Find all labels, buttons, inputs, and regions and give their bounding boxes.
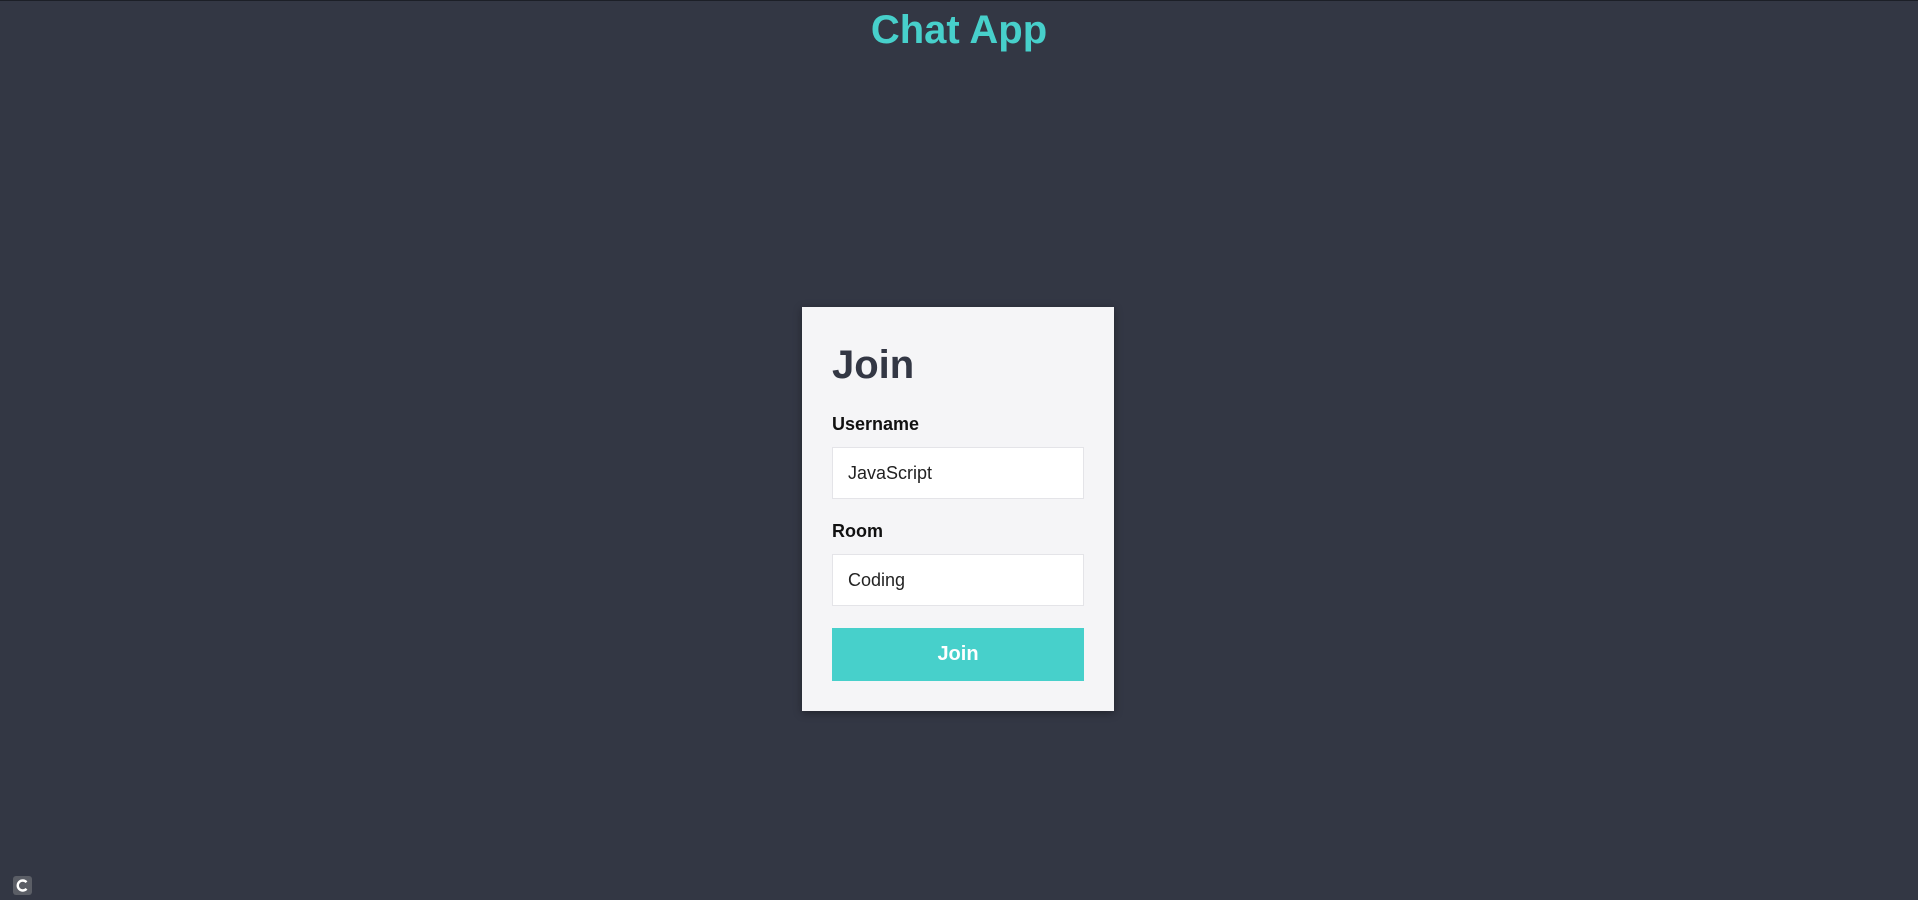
c-glyph-icon (16, 879, 28, 892)
join-button[interactable]: Join (832, 628, 1084, 681)
join-form-title: Join (832, 343, 915, 387)
username-label: Username (832, 414, 920, 434)
app-title: Chat App (870, 8, 1048, 52)
join-card: Join Username Room Join (802, 307, 1114, 711)
top-border (0, 0, 1918, 1)
room-label: Room (832, 521, 883, 541)
room-input[interactable] (832, 554, 1084, 606)
loading-c-icon[interactable] (13, 876, 32, 895)
username-input[interactable] (832, 447, 1084, 499)
